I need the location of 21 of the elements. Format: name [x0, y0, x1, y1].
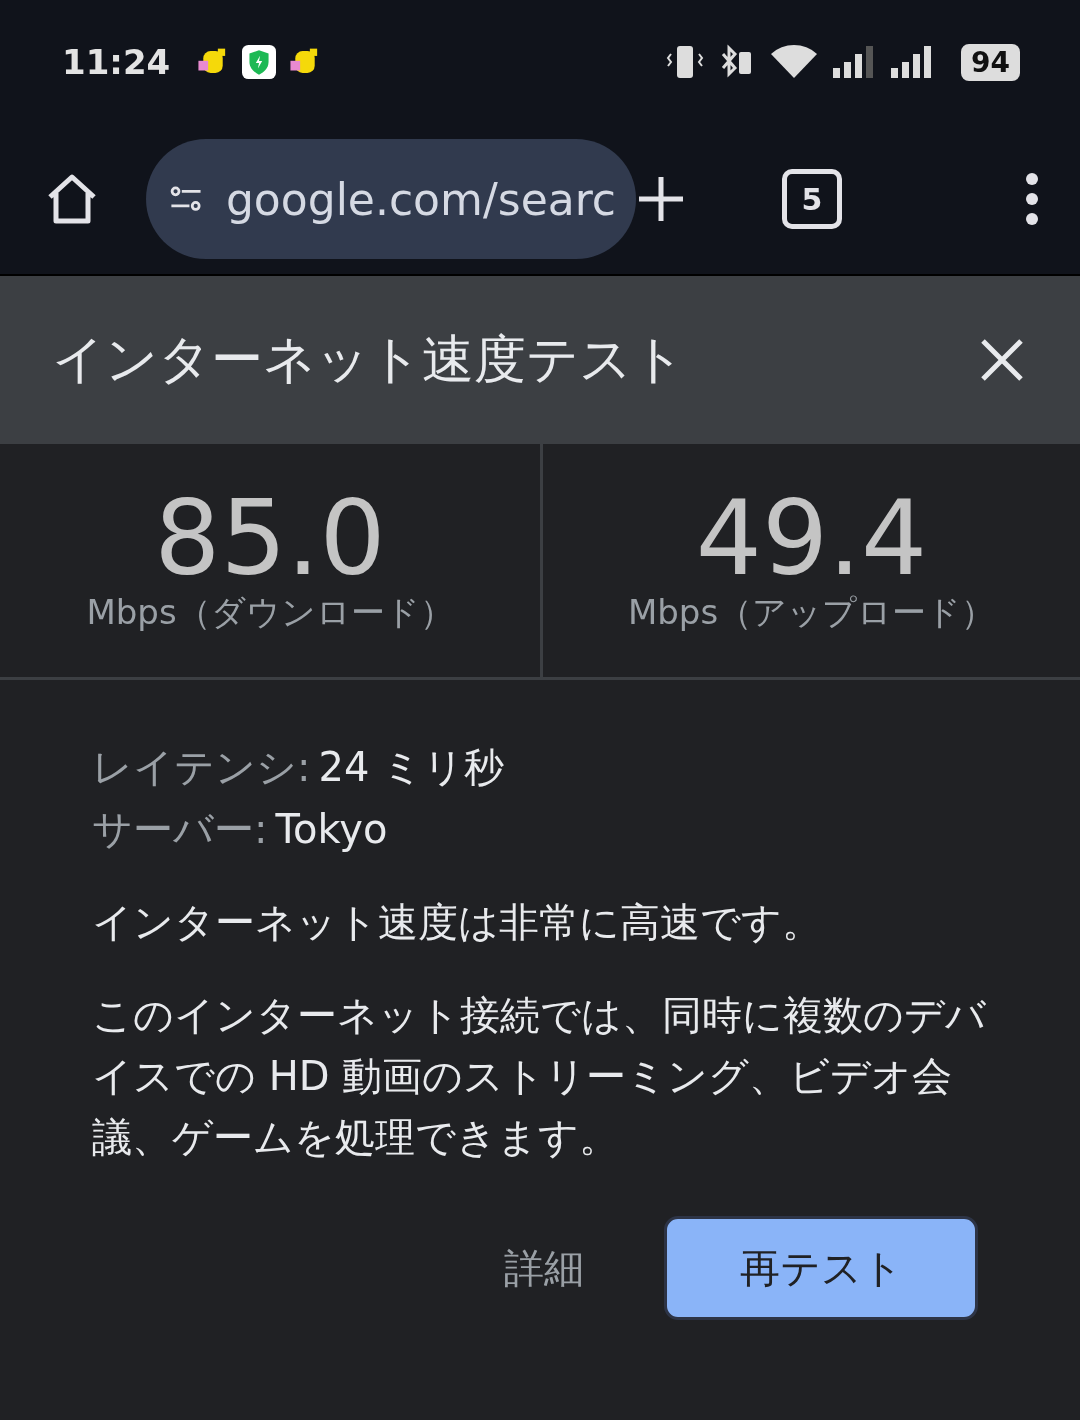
details-button[interactable]: 詳細 — [498, 1239, 590, 1297]
new-tab-icon[interactable] — [636, 174, 686, 224]
tab-count-button[interactable]: 5 — [782, 169, 842, 229]
speed-value: 85.0 — [154, 485, 386, 590]
address-bar[interactable]: google.com/searc — [146, 139, 636, 259]
battery-level: 94 — [961, 43, 1020, 81]
detail-label: レイテンシ: — [92, 744, 311, 790]
clock-time: 11:24 — [62, 42, 171, 82]
retest-button[interactable]: 再テスト — [664, 1216, 978, 1320]
summary-text: インターネット速度は非常に高速です。 — [92, 898, 823, 947]
close-icon[interactable] — [980, 338, 1024, 382]
detail-value: 24 ミリ秒 — [318, 744, 505, 790]
shield-icon — [242, 45, 277, 79]
detail-value: Tokyo — [275, 806, 388, 852]
panel-title: インターネット速度テスト — [52, 328, 685, 391]
speed-value: 49.4 — [695, 485, 928, 590]
speed-unit: Mbps（アップロード） — [627, 590, 996, 634]
description-text: このインターネット接続では、同時に複数のデバイスでの HD 動画のストリーミング、ビデオ会議、ゲームを処理できます。 — [92, 991, 987, 1162]
speed-unit: Mbps（ダウンロード） — [86, 590, 454, 634]
menu-icon[interactable] — [1024, 173, 1040, 225]
detail-label: サーバー: — [92, 806, 268, 852]
